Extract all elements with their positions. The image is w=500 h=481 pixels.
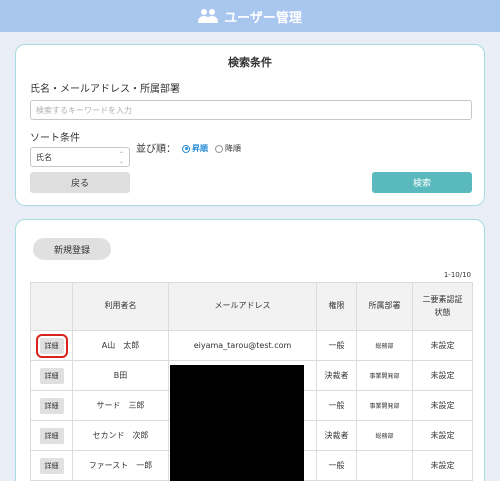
result-count: 1-10/10: [443, 271, 471, 279]
new-registration-button[interactable]: 新規登録: [33, 238, 111, 260]
sort-select-value: 氏名: [36, 152, 52, 162]
user-dept: 総務部: [356, 330, 413, 361]
column-header-email: メールアドレス: [168, 282, 317, 331]
search-panel: 検索条件 氏名・メールアドレス・所属部署 ソート条件 氏名 ⌃⌄ 並び順： 昇順…: [15, 44, 485, 206]
user-name: セカンド 次郎: [72, 420, 169, 451]
order-radio-asc-label: 昇順: [192, 144, 208, 153]
chevron-updown-icon: ⌃ ⌄: [118, 151, 124, 165]
user-name: A山 太郎: [72, 330, 169, 361]
order-radio-desc-label: 降順: [225, 144, 241, 153]
app-header: ユーザー管理: [0, 0, 500, 32]
search-panel-title: 検索条件: [228, 56, 272, 69]
table-row: 詳細 A山 太郎 eiyama_tarou@test.com 一般 総務部 未設…: [30, 330, 473, 361]
user-name: サード 三郎: [72, 390, 169, 421]
user-dept: 総務部: [356, 420, 413, 451]
user-dept: 事業開発部: [356, 360, 413, 391]
user-role: 一般: [316, 390, 357, 421]
user-dept: 事業開発部: [356, 390, 413, 421]
sort-select[interactable]: 氏名 ⌃ ⌄: [30, 147, 130, 167]
keyword-label: 氏名・メールアドレス・所属部署: [30, 84, 180, 95]
user-mfa-status: 未設定: [412, 390, 473, 421]
search-button[interactable]: 検索: [372, 172, 472, 193]
user-role: 一般: [316, 330, 357, 361]
sort-label: ソート条件: [30, 133, 80, 144]
back-button[interactable]: 戻る: [30, 172, 130, 193]
user-role: 一般: [316, 450, 357, 481]
column-header-role: 権限: [316, 282, 357, 331]
user-name: B田: [72, 360, 169, 391]
user-email: eiyama_tarou@test.com: [168, 330, 317, 361]
column-header-mfa: 二要素認証 状態: [412, 282, 473, 331]
radio-checked-icon: [182, 144, 190, 153]
page-title: ユーザー管理: [224, 10, 302, 26]
user-dept: [356, 450, 413, 481]
column-header-dept: 所属部署: [356, 282, 413, 331]
user-mfa-status: 未設定: [412, 420, 473, 451]
detail-button[interactable]: 詳細: [39, 397, 64, 414]
detail-button[interactable]: 詳細: [39, 427, 64, 444]
users-icon: [198, 9, 219, 23]
order-label: 並び順：: [136, 144, 176, 155]
keyword-input[interactable]: [30, 100, 472, 120]
user-role: 決裁者: [316, 360, 357, 391]
user-mfa-status: 未設定: [412, 450, 473, 481]
user-role: 決裁者: [316, 420, 357, 451]
order-radio-desc[interactable]: 降順: [215, 143, 241, 154]
redaction-block: [170, 365, 304, 481]
column-header-name: 利用者名: [72, 282, 169, 331]
column-header-detail: [30, 282, 73, 331]
radio-unchecked-icon: [215, 144, 223, 153]
table-header-row: 利用者名 メールアドレス 権限 所属部署 二要素認証 状態: [30, 282, 473, 331]
detail-button[interactable]: 詳細: [35, 333, 68, 358]
detail-button[interactable]: 詳細: [39, 367, 64, 384]
user-name: ファースト 一郎: [72, 450, 169, 481]
user-mfa-status: 未設定: [412, 360, 473, 391]
detail-button[interactable]: 詳細: [39, 457, 64, 474]
user-mfa-status: 未設定: [412, 330, 473, 361]
order-radio-asc[interactable]: 昇順: [182, 143, 208, 154]
